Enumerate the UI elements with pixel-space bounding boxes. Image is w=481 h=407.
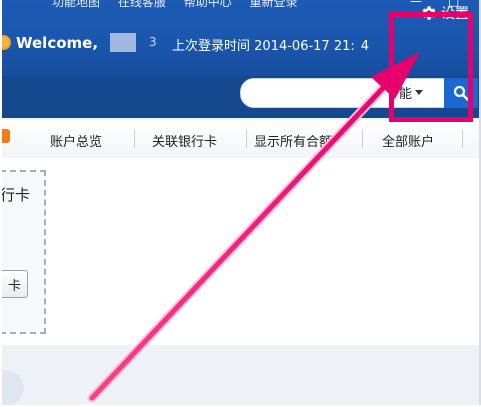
pointer-arrow-icon [87, 52, 420, 403]
app-window: 功能地图 在线客服 帮助中心 重新登录 — □ Welcome, 3 上次登录时… [2, 0, 481, 405]
